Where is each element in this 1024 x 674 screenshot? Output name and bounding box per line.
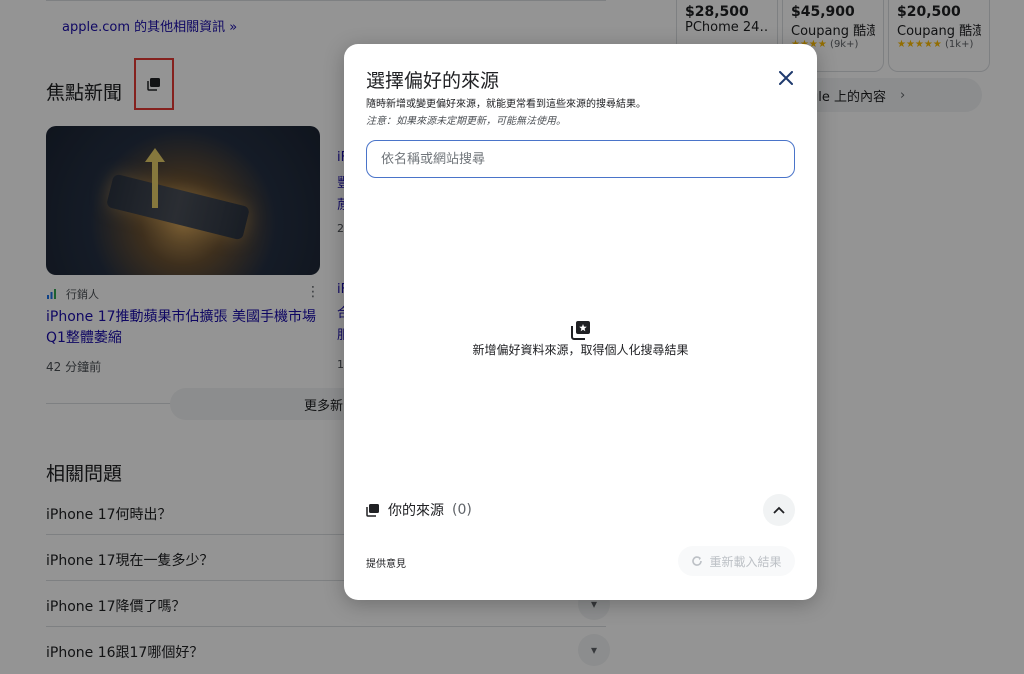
close-icon [779,71,793,85]
your-sources-count: (0) [452,502,472,518]
preferred-sources-dialog: 選擇偏好的來源 隨時新增或變更偏好來源，就能更常看到這些來源的搜尋結果。 注意：… [344,44,817,600]
sources-icon [366,504,379,517]
reload-results-label: 重新載入結果 [709,554,782,569]
collapse-sources-button[interactable] [763,494,795,526]
feedback-link[interactable]: 提供意見 [366,555,406,570]
chevron-up-icon [773,506,785,514]
empty-state-text: 新增偏好資料來源，取得個人化搜尋結果 [472,343,689,357]
dialog-subtitle: 隨時新增或變更偏好來源，就能更常看到這些來源的搜尋結果。 [366,99,646,110]
reload-results-button[interactable]: 重新載入結果 [678,546,795,576]
your-sources-header: 你的來源 (0) [366,500,472,520]
source-search-input[interactable] [366,140,795,178]
refresh-icon [692,556,703,566]
dialog-title: 選擇偏好的來源 [366,70,500,92]
dialog-note: 注意：如果來源未定期更新，可能無法使用。 [366,116,566,127]
add-source-icon [571,321,590,340]
close-button[interactable] [774,66,798,90]
your-sources-label: 你的來源 [388,503,444,519]
